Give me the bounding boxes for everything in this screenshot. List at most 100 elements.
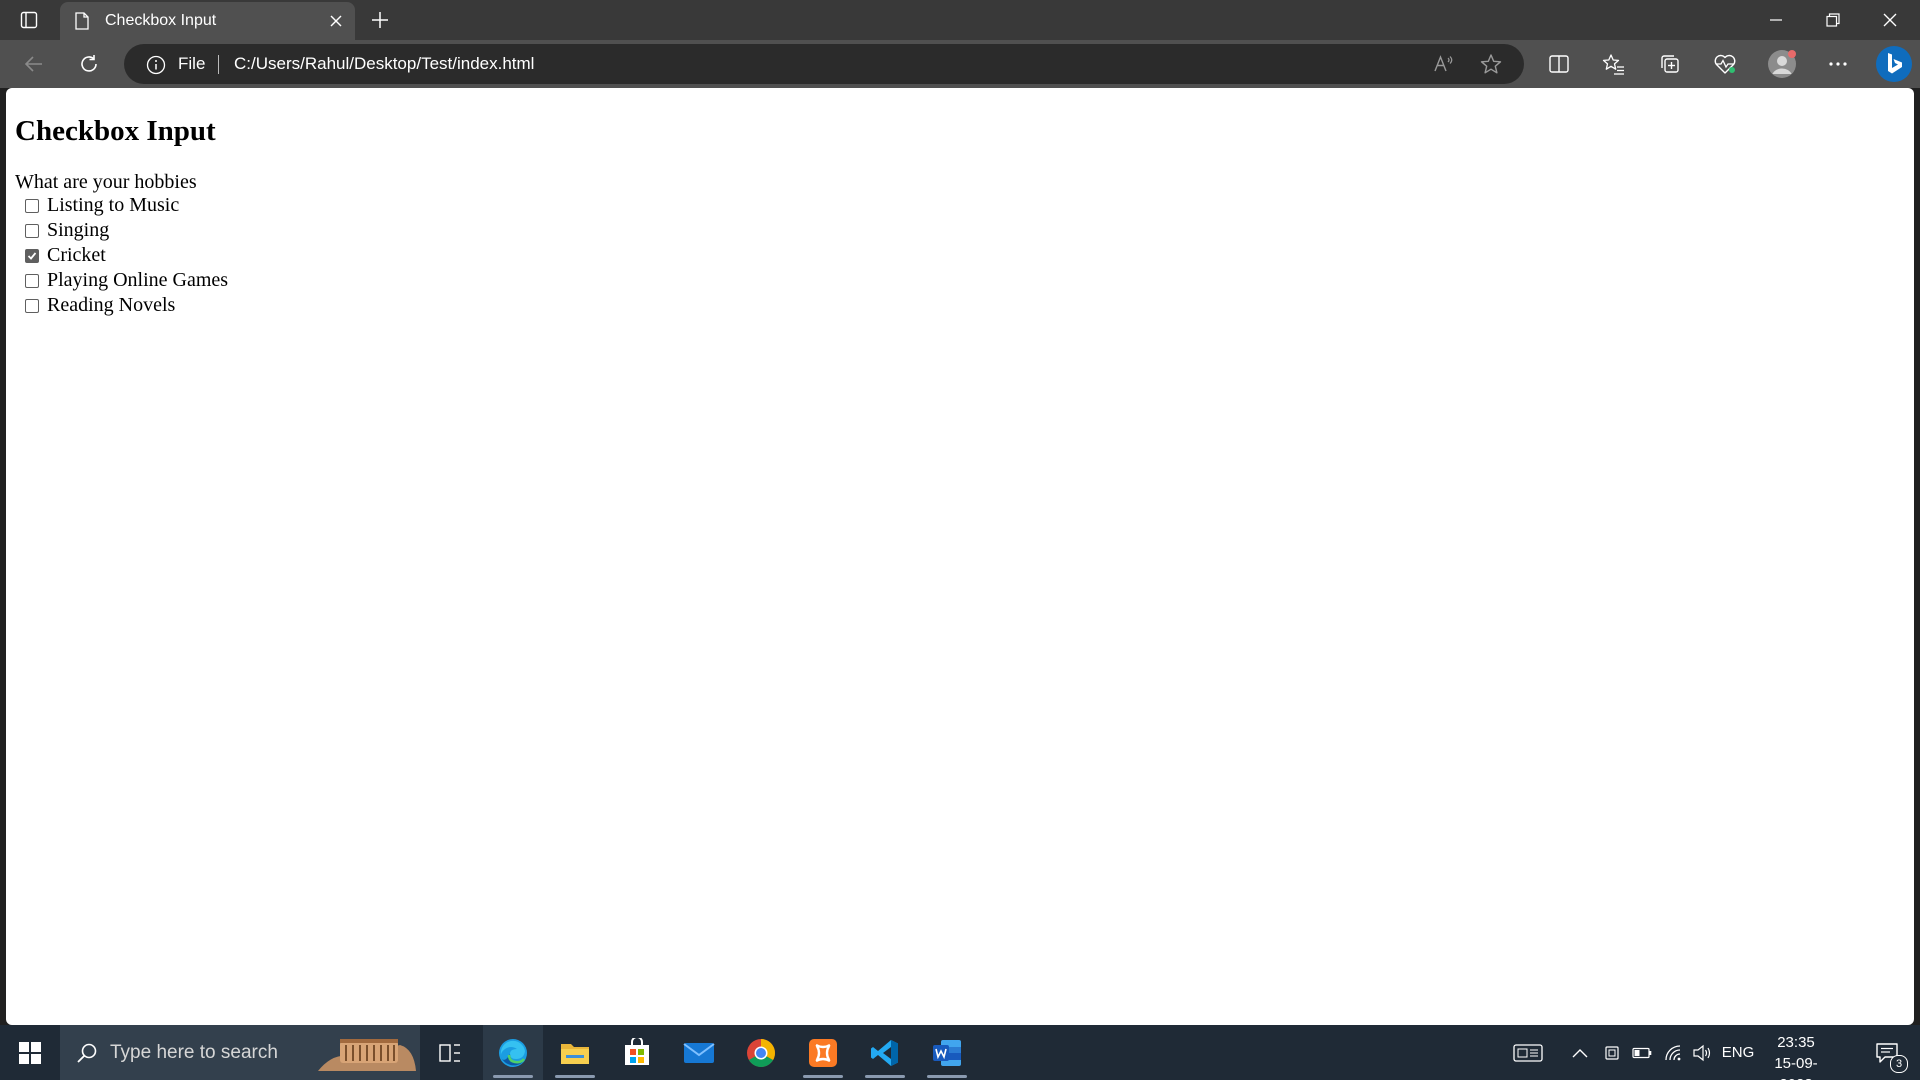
page-viewport: Checkbox Input What are your hobbies Lis… [6, 88, 1914, 1025]
info-icon[interactable] [146, 55, 166, 75]
windows-taskbar: Type here to search ENG 23:35 15-09- 3 [0, 1025, 1920, 1080]
tab-title: Checkbox Input [105, 12, 217, 29]
clock-time: 23:35 [1777, 1034, 1815, 1051]
collections-button[interactable] [1654, 48, 1686, 80]
clock-date: 15-09-2023 [1774, 1055, 1818, 1080]
read-aloud-icon [1434, 55, 1453, 72]
new-tab-button[interactable] [367, 8, 393, 32]
folder-icon [561, 1043, 589, 1064]
taskbar-app-mail[interactable] [669, 1025, 729, 1080]
taskbar-app-chrome[interactable] [731, 1025, 791, 1080]
avatar [1768, 50, 1796, 78]
back-arrow-icon [24, 56, 42, 72]
hobbies-question: What are your hobbies [15, 171, 197, 193]
hobby-option-music[interactable]: Listing to Music [15, 193, 228, 218]
speaker-icon [1693, 1044, 1711, 1061]
hobby-option-novels[interactable]: Reading Novels [15, 293, 228, 318]
bing-copilot-icon [1876, 46, 1912, 82]
plus-icon [372, 12, 388, 28]
input-indicator-button[interactable] [1510, 1025, 1546, 1080]
cricket-label: Cricket [47, 244, 106, 266]
singing-label: Singing [47, 219, 110, 241]
show-hidden-icons-button[interactable] [1568, 1025, 1592, 1080]
close-tab-icon[interactable] [327, 12, 345, 30]
restore-icon [1826, 13, 1840, 27]
chevron-up-icon [1572, 1048, 1588, 1057]
page-icon [75, 12, 89, 30]
music-label: Listing to Music [47, 194, 180, 216]
search-placeholder: Type here to search [110, 1042, 278, 1063]
taskbar-app-file-explorer[interactable] [545, 1025, 605, 1080]
store-icon [625, 1037, 649, 1065]
refresh-button[interactable] [73, 48, 105, 80]
address-url[interactable]: C:/Users/Rahul/Desktop/Test/index.html [234, 54, 534, 74]
hobby-option-cricket[interactable]: Cricket [15, 243, 228, 268]
browser-toolbar: File C:/Users/Rahul/Desktop/Test/index.h… [0, 40, 1920, 88]
hobby-option-singing[interactable]: Singing [15, 218, 228, 243]
novels-label: Reading Novels [47, 294, 176, 316]
star-icon [1480, 54, 1502, 74]
favorites-button[interactable] [1598, 48, 1630, 80]
taskbar-app-xampp[interactable] [793, 1025, 853, 1080]
copilot-button[interactable] [1875, 45, 1913, 83]
minimize-icon [1770, 19, 1782, 21]
battery-icon [1632, 1047, 1652, 1058]
music-checkbox[interactable] [25, 198, 39, 213]
browser-titlebar: Checkbox Input [0, 0, 1920, 40]
network-tray[interactable] [1660, 1025, 1688, 1080]
collections-icon [1661, 55, 1679, 73]
hobby-option-online-games[interactable]: Playing Online Games [15, 268, 228, 293]
restore-button[interactable] [1805, 0, 1861, 40]
address-bar[interactable]: File C:/Users/Rahul/Desktop/Test/index.h… [124, 44, 1524, 84]
keyboard-icon [1513, 1043, 1543, 1062]
novels-checkbox[interactable] [25, 298, 39, 313]
task-view-button[interactable] [420, 1025, 480, 1080]
edge-icon [499, 1038, 527, 1067]
settings-more-button[interactable] [1822, 48, 1854, 80]
favorites-icon [1602, 54, 1624, 75]
browser-tab-active[interactable]: Checkbox Input [60, 2, 355, 40]
taskbar-app-edge[interactable] [483, 1025, 543, 1080]
taskbar-app-microsoft-store[interactable] [607, 1025, 667, 1080]
back-button[interactable] [18, 48, 50, 80]
read-aloud-button[interactable] [1432, 52, 1456, 76]
notification-count-badge: 3 [1890, 1055, 1908, 1073]
minimize-button[interactable] [1748, 0, 1804, 40]
page-title: Checkbox Input [15, 115, 216, 147]
browser-essentials-button[interactable] [1709, 48, 1741, 80]
checkmark-icon [27, 251, 37, 260]
online-games-label: Playing Online Games [47, 269, 229, 291]
singing-checkbox[interactable] [25, 223, 39, 238]
online-games-checkbox[interactable] [25, 273, 39, 288]
wifi-icon [1665, 1044, 1681, 1060]
more-options-icon [1829, 62, 1847, 66]
profile-button[interactable] [1766, 48, 1798, 80]
language-label: ENG [1721, 1044, 1755, 1061]
meet-now-tray[interactable] [1600, 1025, 1624, 1080]
taskbar-clock[interactable]: 23:35 15-09-2023 [1764, 1032, 1828, 1080]
tab-actions-button[interactable] [14, 8, 44, 32]
device-icon [1605, 1045, 1619, 1060]
mail-icon [683, 1042, 715, 1063]
word-icon [933, 1039, 961, 1066]
battery-tray[interactable] [1628, 1025, 1656, 1080]
start-button[interactable] [0, 1025, 60, 1080]
close-icon [1883, 13, 1897, 27]
vscode-icon [871, 1039, 898, 1066]
favorite-button[interactable] [1479, 52, 1503, 76]
taskbar-app-vs-code[interactable] [855, 1025, 915, 1080]
split-screen-button[interactable] [1543, 48, 1575, 80]
xampp-icon [809, 1038, 837, 1067]
language-indicator[interactable]: ENG [1720, 1025, 1756, 1080]
taskbar-app-word[interactable] [917, 1025, 977, 1080]
tab-actions-icon [20, 11, 38, 29]
close-window-button[interactable] [1862, 0, 1918, 40]
chrome-icon [747, 1038, 775, 1067]
address-separator [218, 55, 219, 74]
cricket-checkbox[interactable] [25, 248, 39, 263]
notification-center-button[interactable]: 3 [1862, 1025, 1912, 1080]
search-icon [77, 1043, 97, 1063]
volume-tray[interactable] [1688, 1025, 1716, 1080]
taskbar-search-box[interactable]: Type here to search [60, 1025, 420, 1080]
refresh-icon [81, 55, 97, 72]
